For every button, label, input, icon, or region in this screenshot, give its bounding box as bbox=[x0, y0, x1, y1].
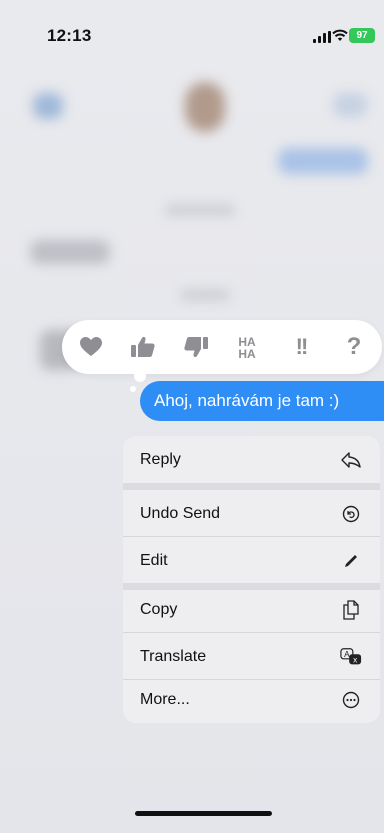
cellular-signal-icon bbox=[313, 31, 331, 43]
heart-reaction[interactable] bbox=[74, 330, 108, 364]
thumbs-down-icon bbox=[184, 337, 208, 358]
status-time: 12:13 bbox=[47, 26, 92, 45]
exclamation-reaction[interactable]: !! bbox=[284, 330, 318, 364]
blurred-sent-bubble bbox=[278, 148, 368, 174]
reaction-bubble-tail-small bbox=[130, 386, 136, 392]
question-icon: ? bbox=[346, 333, 362, 360]
menu-item-label: Translate bbox=[140, 647, 207, 665]
menu-section-divider bbox=[123, 483, 380, 490]
pencil-icon bbox=[340, 550, 362, 572]
thumbs-up-icon bbox=[131, 336, 155, 357]
thumbs-down-reaction[interactable] bbox=[179, 330, 213, 364]
wifi-icon bbox=[332, 29, 348, 41]
more-icon bbox=[340, 689, 362, 711]
blurred-timestamp bbox=[165, 205, 235, 215]
haha-icon: HA HA bbox=[238, 335, 256, 360]
reply-icon bbox=[340, 449, 362, 471]
menu-item-more[interactable]: More... bbox=[123, 676, 380, 723]
menu-item-label: Edit bbox=[140, 551, 168, 569]
menu-item-label: Undo Send bbox=[140, 504, 221, 522]
menu-item-reply[interactable]: Reply bbox=[123, 436, 380, 483]
haha-reaction-label-2: HA bbox=[238, 347, 256, 360]
blurred-back-button bbox=[33, 93, 63, 119]
heart-icon bbox=[80, 337, 102, 356]
menu-item-undo-send[interactable]: Undo Send bbox=[123, 490, 380, 537]
reaction-bubble-tail bbox=[134, 370, 146, 382]
menu-item-edit[interactable]: Edit bbox=[123, 537, 380, 584]
battery-indicator: 97 bbox=[349, 28, 375, 43]
message-context-menu: Reply Undo Send Edit Copy Translate Ax M… bbox=[123, 436, 380, 723]
double-exclamation-icon: !! bbox=[295, 334, 309, 359]
blurred-timestamp-2 bbox=[180, 290, 230, 300]
question-reaction[interactable]: ? bbox=[337, 330, 371, 364]
blurred-received-bubble bbox=[30, 240, 110, 264]
message-bubble[interactable]: Ahoj, nahrávám je tam :) bbox=[140, 381, 384, 421]
menu-item-translate[interactable]: Translate Ax bbox=[123, 633, 380, 680]
blurred-video-button bbox=[333, 93, 367, 117]
blurred-avatar bbox=[185, 82, 225, 132]
home-indicator[interactable] bbox=[135, 811, 272, 816]
undo-icon bbox=[340, 503, 362, 525]
menu-item-label: Copy bbox=[140, 600, 178, 618]
tapback-reactions-bar: HA HA !! ? bbox=[62, 320, 382, 374]
menu-item-label: Reply bbox=[140, 450, 181, 468]
copy-icon bbox=[340, 599, 362, 621]
translate-icon: Ax bbox=[340, 646, 362, 668]
status-bar: 12:13 97 bbox=[0, 0, 384, 60]
haha-reaction[interactable]: HA HA bbox=[230, 330, 264, 364]
menu-item-copy[interactable]: Copy bbox=[123, 586, 380, 633]
menu-item-label: More... bbox=[140, 690, 190, 708]
thumbs-up-reaction[interactable] bbox=[126, 330, 160, 364]
